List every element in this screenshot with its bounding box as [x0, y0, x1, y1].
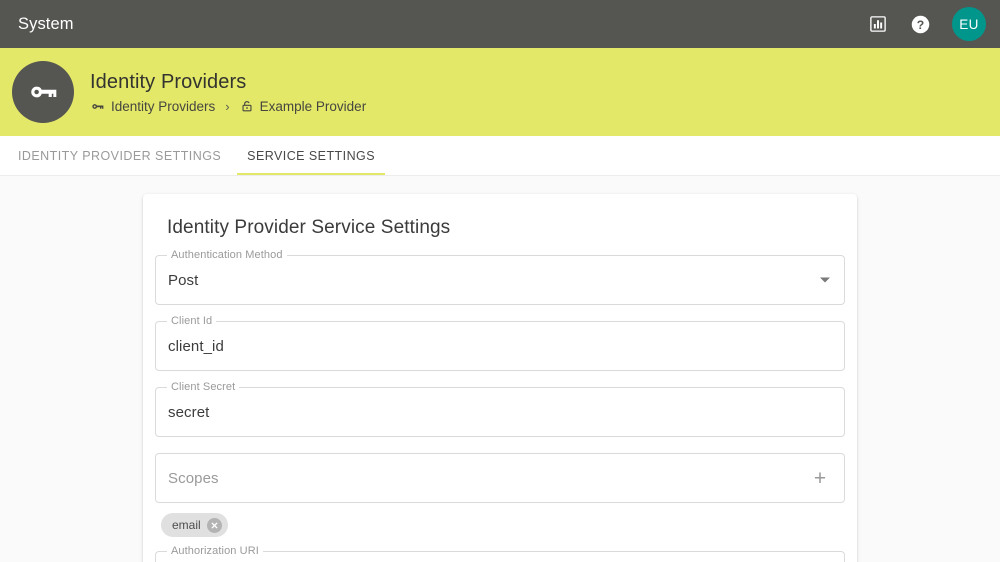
lock-icon — [240, 99, 254, 114]
breadcrumb-label: Identity Providers — [111, 98, 216, 114]
field-scopes: Scopes + — [155, 453, 845, 503]
chip-label: email — [172, 518, 201, 532]
authentication-method-select[interactable]: Authentication Method Post — [155, 249, 845, 305]
tab-service-settings[interactable]: SERVICE SETTINGS — [237, 136, 385, 175]
field-client-id: Client Id client_id — [155, 315, 845, 371]
topbar-actions: ? EU — [864, 7, 986, 41]
close-icon[interactable] — [206, 517, 222, 533]
field-client-secret: Client Secret secret — [155, 381, 845, 437]
chart-icon[interactable] — [864, 10, 892, 38]
app-title: System — [18, 14, 74, 33]
top-bar: System ? EU — [0, 0, 1000, 48]
add-scope-button[interactable]: + — [806, 464, 834, 492]
tab-label: IDENTITY PROVIDER SETTINGS — [18, 148, 222, 163]
breadcrumb-label: Example Provider — [259, 98, 367, 114]
page-title: Identity Providers — [90, 70, 247, 93]
field-label: Client Id — [167, 315, 217, 327]
field-authentication-method: Authentication Method Post — [155, 249, 845, 305]
scopes-placeholder: Scopes — [168, 469, 219, 487]
field-value: secret — [168, 403, 210, 421]
breadcrumb-item-example-provider[interactable]: Example Provider — [240, 98, 367, 114]
help-icon[interactable]: ? — [906, 10, 934, 38]
field-label: Authorization URI — [167, 545, 263, 557]
breadcrumb-item-identity-providers[interactable]: Identity Providers — [90, 99, 215, 114]
app-root: System ? EU Identity Providers Identity … — [0, 0, 1000, 562]
client-id-input[interactable]: Client Id client_id — [155, 315, 845, 371]
page-banner: Identity Providers Identity Providers › — [0, 48, 1000, 136]
card-title: Identity Provider Service Settings — [167, 217, 451, 238]
field-label: Client Secret — [167, 381, 240, 393]
tab-bar: IDENTITY PROVIDER SETTINGS SERVICE SETTI… — [0, 136, 1000, 176]
banner-key-icon — [12, 61, 74, 123]
service-settings-card: Identity Provider Service Settings Authe… — [143, 194, 857, 562]
scope-chip-list: email — [161, 513, 845, 537]
authorization-uri-input[interactable]: Authorization URI https://example.com/lo… — [155, 545, 845, 562]
tab-identity-provider-settings[interactable]: IDENTITY PROVIDER SETTINGS — [8, 136, 231, 175]
content-area: Identity Provider Service Settings Authe… — [0, 177, 1000, 562]
field-authorization-uri: Authorization URI https://example.com/lo… — [155, 545, 845, 562]
scope-chip[interactable]: email — [161, 513, 228, 537]
client-secret-input[interactable]: Client Secret secret — [155, 381, 845, 437]
breadcrumb-separator: › — [225, 98, 230, 114]
scopes-input[interactable]: Scopes + — [155, 453, 845, 503]
avatar-initials: EU — [959, 16, 979, 32]
key-icon — [90, 99, 105, 114]
field-value: Post — [168, 271, 199, 289]
breadcrumb: Identity Providers › Example Provider — [90, 99, 366, 114]
banner-text: Identity Providers Identity Providers › — [90, 69, 366, 114]
tab-bar-start-spacer — [0, 136, 8, 175]
field-label: Authentication Method — [167, 249, 287, 261]
chevron-down-icon[interactable] — [820, 277, 830, 283]
svg-text:?: ? — [916, 17, 923, 31]
field-value: client_id — [168, 337, 224, 355]
tab-label: SERVICE SETTINGS — [247, 148, 376, 163]
avatar[interactable]: EU — [952, 7, 986, 41]
